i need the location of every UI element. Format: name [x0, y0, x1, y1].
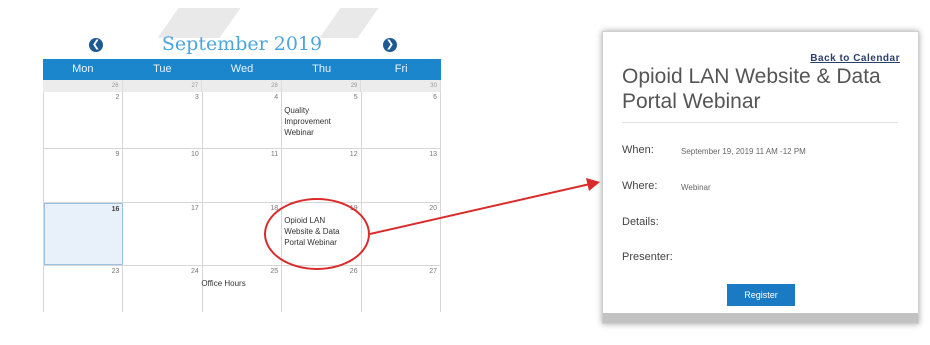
- register-button[interactable]: Register: [727, 284, 795, 306]
- where-value: Webinar: [681, 183, 711, 192]
- presenter-label: Presenter:: [622, 251, 673, 263]
- back-to-calendar-link[interactable]: Back to Calendar: [810, 53, 900, 64]
- event-title: Opioid LAN Website & Data Portal Webinar: [622, 65, 881, 113]
- arrow-head-icon: [586, 178, 600, 191]
- card-footer-bar: [603, 313, 918, 323]
- event-detail-card: Back to Calendar Opioid LAN Website & Da…: [602, 31, 919, 324]
- where-label: Where:: [622, 180, 658, 192]
- divider: [622, 122, 898, 123]
- when-value: September 19, 2019 11 AM -12 PM: [681, 147, 806, 156]
- arrow-line: [369, 183, 591, 235]
- when-label: When:: [622, 144, 654, 156]
- details-label: Details:: [622, 216, 659, 228]
